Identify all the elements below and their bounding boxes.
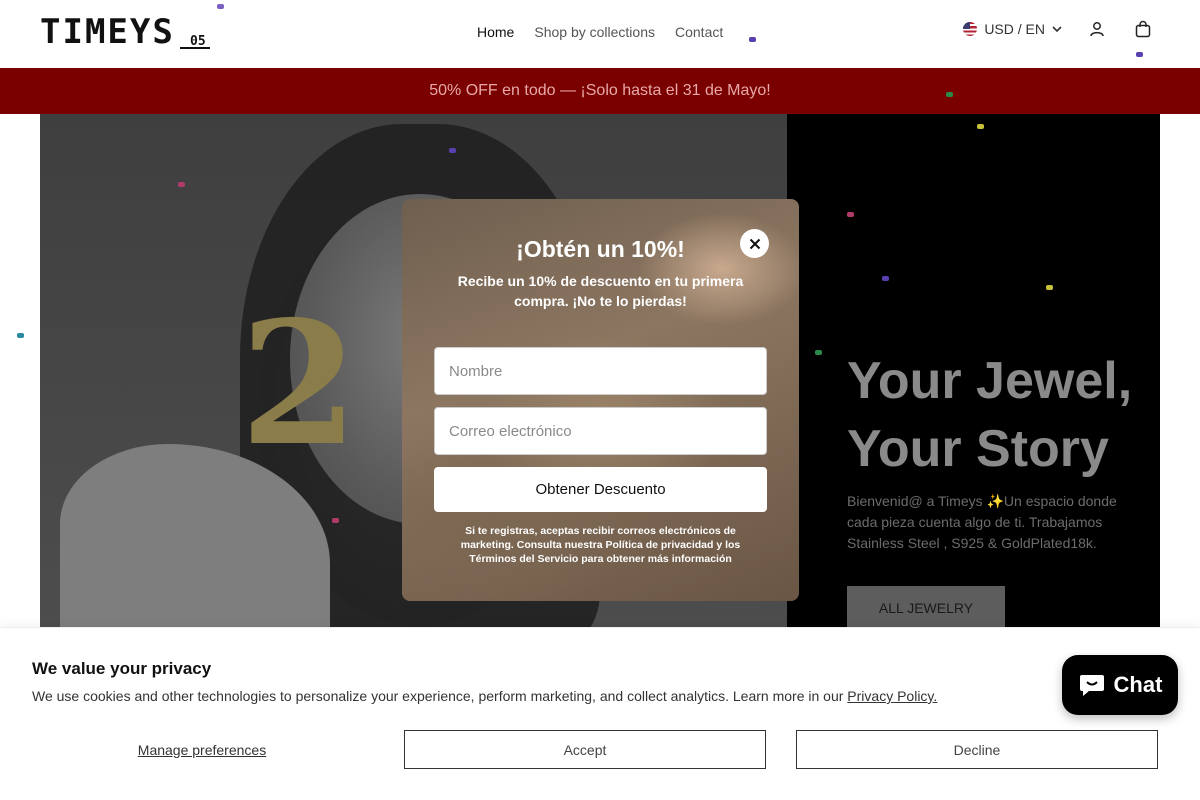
confetti-piece — [332, 518, 339, 523]
confetti-piece — [946, 92, 953, 97]
popup-subtitle: Recibe un 10% de descuento en tu primera… — [457, 273, 744, 309]
decline-button[interactable]: Decline — [796, 730, 1158, 769]
chat-label: Chat — [1113, 672, 1163, 697]
hero-title: Your Jewel, Your Story — [847, 352, 1133, 478]
announcement-text: 50% OFF en todo — ¡Solo hasta el 31 de M… — [429, 82, 771, 99]
site-logo[interactable]: TIMEYS 05 — [40, 12, 215, 54]
nav-contact[interactable]: Contact — [675, 24, 723, 40]
locale-label: USD / EN — [984, 21, 1045, 37]
email-field[interactable] — [434, 407, 767, 455]
account-icon[interactable] — [1086, 18, 1108, 40]
confetti-piece — [449, 148, 456, 153]
manage-preferences-button[interactable]: Manage preferences — [32, 730, 372, 769]
chat-bubble-icon — [1079, 675, 1104, 696]
main-nav: Home Shop by collections Contact — [477, 24, 723, 40]
privacy-policy-link[interactable]: Privacy Policy. — [847, 688, 937, 704]
chat-button[interactable]: Chat — [1062, 655, 1178, 715]
announcement-bar: 50% OFF en todo — ¡Solo hasta el 31 de M… — [0, 68, 1200, 114]
confetti-piece — [847, 212, 854, 217]
hero-text-panel: Your Jewel, Your Story Bienvenid@ a Time… — [787, 114, 1160, 630]
popup-legal-text: Si te registras, aceptas recibir correos… — [460, 525, 741, 565]
name-field[interactable] — [434, 347, 767, 395]
nav-home[interactable]: Home — [477, 24, 514, 40]
confetti-piece — [882, 276, 889, 281]
cookie-text: We use cookies and other technologies to… — [32, 688, 937, 704]
get-discount-button[interactable]: Obtener Descuento — [434, 467, 767, 512]
confetti-piece — [178, 182, 185, 187]
cart-bag-icon[interactable] — [1132, 18, 1154, 40]
discount-popup: ¡Obtén un 10%! Recibe un 10% de descuent… — [402, 199, 799, 601]
confetti-piece — [977, 124, 984, 129]
confetti-piece — [1136, 52, 1143, 57]
logo-text: TIMEYS — [40, 12, 175, 52]
logo-subscript: 05 — [190, 34, 206, 49]
confetti-piece — [1046, 285, 1053, 290]
cookie-title: We value your privacy — [32, 659, 212, 678]
popup-title: ¡Obtén un 10%! — [516, 236, 685, 262]
confetti-piece — [815, 350, 822, 355]
confetti-piece — [17, 333, 24, 338]
site-header: TIMEYS 05 Home Shop by collections Conta… — [0, 0, 1200, 68]
all-jewelry-button[interactable]: ALL JEWELRY — [847, 586, 1005, 630]
hero-description: Bienvenid@ a Timeys ✨Un espacio donde ca… — [847, 493, 1117, 551]
header-actions: USD / EN — [963, 18, 1154, 40]
chevron-down-icon — [1052, 26, 1062, 33]
nav-shop-by-collections[interactable]: Shop by collections — [534, 24, 655, 40]
confetti-piece — [217, 4, 224, 9]
cookie-body: We use cookies and other technologies to… — [32, 688, 844, 704]
us-flag-icon — [963, 22, 978, 36]
confetti-piece — [749, 37, 756, 42]
hero-candle-number: 2 — [240, 284, 359, 484]
locale-selector[interactable]: USD / EN — [963, 21, 1062, 37]
accept-button[interactable]: Accept — [404, 730, 766, 769]
cookie-banner: We value your privacy We use cookies and… — [0, 627, 1200, 800]
